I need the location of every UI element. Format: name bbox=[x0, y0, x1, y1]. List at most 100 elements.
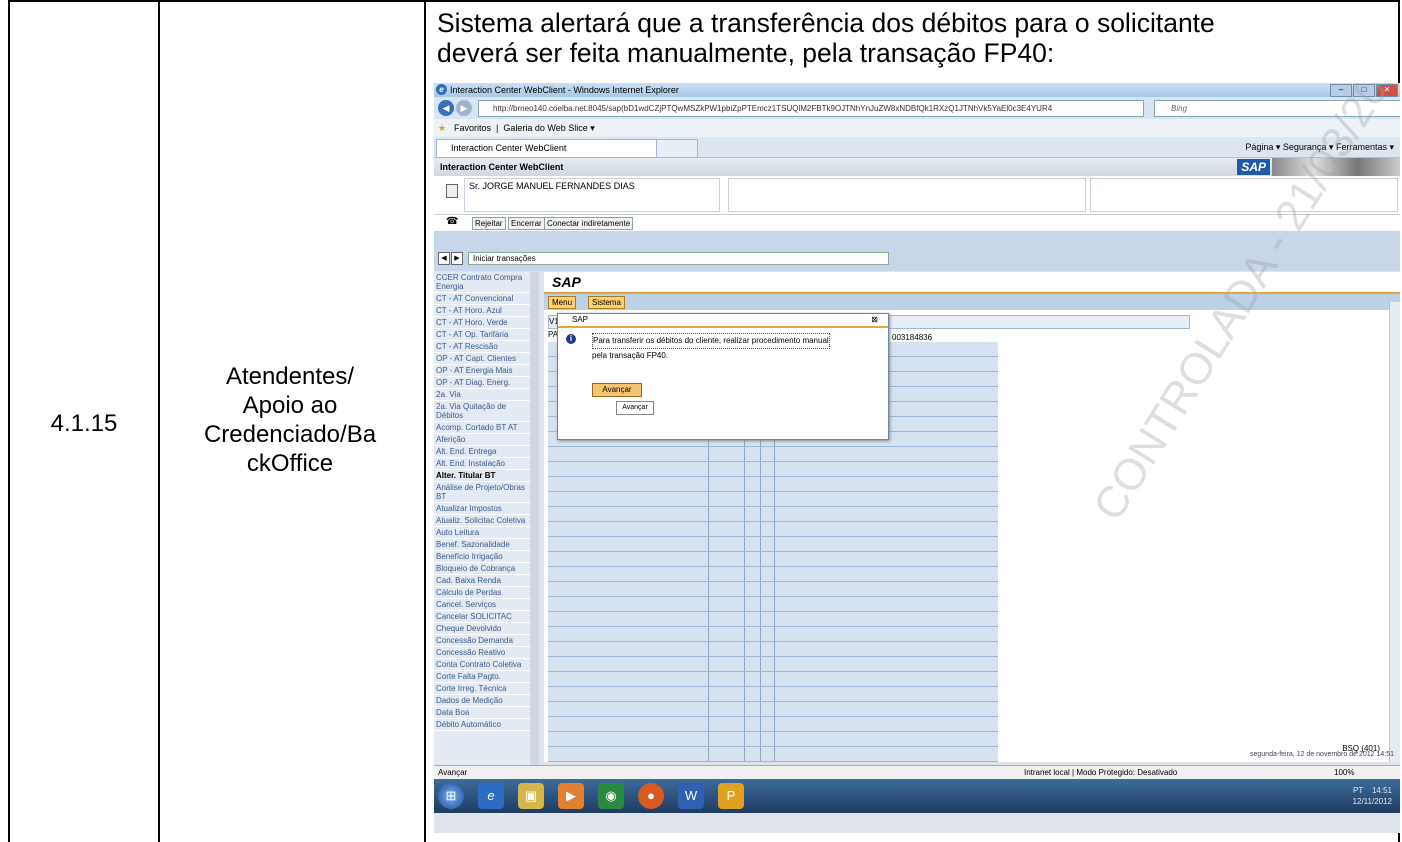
sidebar-item[interactable]: OP - AT Energia Mais bbox=[434, 365, 530, 377]
folder-icon[interactable]: ▣ bbox=[518, 783, 544, 809]
sidebar-item[interactable]: Auto Leitura bbox=[434, 527, 530, 539]
grid-row[interactable] bbox=[548, 597, 998, 612]
next-icon[interactable]: ▶ bbox=[451, 252, 463, 265]
address-input[interactable]: http://brneo140.coelba.net:8045/sap(bD1w… bbox=[478, 100, 1144, 117]
sidebar-item[interactable]: Benefício Irrigação bbox=[434, 551, 530, 563]
sidebar-scrollbar[interactable] bbox=[530, 272, 539, 772]
business-partner-number: 003184836 bbox=[892, 333, 933, 342]
sidebar-item[interactable]: Alt. End. Entrega bbox=[434, 446, 530, 458]
prev-icon[interactable]: ◀ bbox=[438, 252, 450, 265]
grid-row[interactable] bbox=[548, 492, 998, 507]
system-button[interactable]: Sistema bbox=[588, 296, 625, 309]
sidebar-item[interactable]: Cálculo de Perdas bbox=[434, 587, 530, 599]
sidebar-item[interactable]: CT - AT Rescisão bbox=[434, 341, 530, 353]
media-icon[interactable]: ▶ bbox=[558, 783, 584, 809]
grid-row[interactable] bbox=[548, 642, 998, 657]
grid-row[interactable] bbox=[548, 447, 998, 462]
sidebar-item[interactable]: Alt. End. Instalação bbox=[434, 458, 530, 470]
webclient-header: Interaction Center WebClient SAP bbox=[434, 158, 1400, 176]
sidebar-item[interactable]: OP - AT Diag. Energ. bbox=[434, 377, 530, 389]
grid-row[interactable] bbox=[548, 582, 998, 597]
address-bar-row: ◀ ▶ http://brneo140.coelba.net:8045/sap(… bbox=[434, 97, 1400, 119]
advance-tooltip: Avançar bbox=[616, 401, 654, 415]
connect-indirect-button[interactable]: Conectar indiretamente bbox=[544, 217, 634, 230]
role-line: Apoio ao bbox=[242, 392, 338, 419]
favorites-button[interactable]: Favoritos bbox=[454, 123, 491, 133]
word-icon[interactable]: W bbox=[678, 783, 704, 809]
sidebar-item[interactable]: CT - AT Horo. Azul bbox=[434, 305, 530, 317]
menu-button[interactable]: Menu bbox=[548, 296, 577, 309]
grid-row[interactable] bbox=[548, 657, 998, 672]
grid-row[interactable] bbox=[548, 507, 998, 522]
sidebar-item[interactable]: 2a. Via bbox=[434, 389, 530, 401]
sidebar-item[interactable]: Benef. Sazonalidade bbox=[434, 539, 530, 551]
sidebar-item[interactable]: Aferição bbox=[434, 434, 530, 446]
sidebar-item[interactable]: Cancelar SOLICITAC bbox=[434, 611, 530, 623]
grid-row[interactable] bbox=[548, 522, 998, 537]
sidebar-item[interactable]: OP - AT Capt. Clientes bbox=[434, 353, 530, 365]
sidebar-item[interactable]: CCER Contrato Compra Energia bbox=[434, 272, 530, 293]
grid-row[interactable] bbox=[548, 627, 998, 642]
sidebar-item[interactable]: Débito Automático bbox=[434, 719, 530, 731]
reject-button[interactable]: Rejeitar bbox=[472, 217, 506, 230]
grid-row[interactable] bbox=[548, 672, 998, 687]
grid-row[interactable] bbox=[548, 612, 998, 627]
sidebar-item[interactable]: CT - AT Convencional bbox=[434, 293, 530, 305]
start-icon[interactable]: ⊞ bbox=[438, 783, 464, 809]
sidebar-item[interactable]: Concessão Demanda bbox=[434, 635, 530, 647]
grid-row[interactable] bbox=[548, 702, 998, 717]
grid-row[interactable] bbox=[548, 462, 998, 477]
notes-icon[interactable] bbox=[446, 184, 458, 198]
advance-button[interactable]: Avançar bbox=[592, 383, 642, 397]
table-border-top bbox=[8, 0, 1400, 2]
sidebar-item[interactable]: Dados de Medição bbox=[434, 695, 530, 707]
sidebar-item[interactable]: Corte Falta Pagto. bbox=[434, 671, 530, 683]
grid-row[interactable] bbox=[548, 687, 998, 702]
sidebar-item[interactable]: Corte Irreg. Técnica bbox=[434, 683, 530, 695]
firefox-icon[interactable]: ● bbox=[638, 783, 664, 809]
app-icon[interactable]: ◉ bbox=[598, 783, 624, 809]
sidebar-item[interactable]: Concessão Reativo bbox=[434, 647, 530, 659]
role-line: ckOffice bbox=[246, 450, 334, 477]
sidebar-item[interactable]: Bloqueio de Cobrança bbox=[434, 563, 530, 575]
grid-row[interactable] bbox=[548, 477, 998, 492]
zoom-level[interactable]: 100% bbox=[1334, 766, 1354, 780]
tab-webclient[interactable]: Interaction Center WebClient bbox=[436, 139, 670, 158]
powerpoint-icon[interactable]: P bbox=[718, 783, 744, 809]
sidebar-item[interactable]: Atualiz. Solicitac Coletiva bbox=[434, 515, 530, 527]
grid-row[interactable] bbox=[548, 552, 998, 567]
date-line: segunda-feira, 12 de novembro de 2012 14… bbox=[1250, 751, 1394, 758]
new-tab-button[interactable] bbox=[656, 139, 698, 158]
forward-icon[interactable]: ▶ bbox=[456, 100, 472, 116]
sidebar-item[interactable]: Alter. Titular BT bbox=[434, 470, 530, 482]
end-button[interactable]: Encerrar bbox=[508, 217, 545, 230]
back-icon[interactable]: ◀ bbox=[438, 100, 454, 116]
web-slice-gallery-link[interactable]: Galeria do Web Slice ▾ bbox=[503, 123, 594, 133]
dialog-close-icon[interactable]: ⊠ bbox=[871, 314, 878, 326]
sidebar-item[interactable]: Cancel. Serviços bbox=[434, 599, 530, 611]
sidebar-item[interactable]: 2a. Via Quitação de Débitos bbox=[434, 401, 530, 422]
sidebar-item[interactable]: Cheque Devolvido bbox=[434, 623, 530, 635]
grid-row[interactable] bbox=[548, 732, 998, 747]
sidebar-item[interactable]: CT - AT Horo. Verde bbox=[434, 317, 530, 329]
dialog-title: SAP ⊠ bbox=[558, 314, 888, 328]
transaction-select[interactable]: Iniciar transações bbox=[468, 252, 889, 265]
grid-row[interactable] bbox=[548, 747, 998, 762]
language-indicator[interactable]: PT bbox=[1353, 786, 1363, 795]
sidebar-item[interactable]: Cad. Baixa Renda bbox=[434, 575, 530, 587]
ie-icon[interactable]: e bbox=[478, 783, 504, 809]
grid-row[interactable] bbox=[548, 567, 998, 582]
item-number: 4.1.15 bbox=[50, 410, 118, 437]
sidebar-item[interactable]: Atualizar Impostos bbox=[434, 503, 530, 515]
sidebar-item[interactable]: Análise de Projeto/Obras BT bbox=[434, 482, 530, 503]
webclient-title: Interaction Center WebClient bbox=[440, 162, 564, 172]
sidebar-item[interactable]: Conta Contrato Coletiva bbox=[434, 659, 530, 671]
grid-row[interactable] bbox=[548, 537, 998, 552]
grid-row[interactable] bbox=[548, 717, 998, 732]
status-text: Avançar bbox=[438, 768, 468, 777]
sidebar-item[interactable]: Acomp. Cortado BT AT bbox=[434, 422, 530, 434]
main-scrollbar[interactable] bbox=[1389, 302, 1400, 762]
clock-date: 12/11/2012 bbox=[1352, 797, 1392, 806]
sidebar-item[interactable]: Data Boa bbox=[434, 707, 530, 719]
sidebar-item[interactable]: CT - AT Op. Tarifária bbox=[434, 329, 530, 341]
